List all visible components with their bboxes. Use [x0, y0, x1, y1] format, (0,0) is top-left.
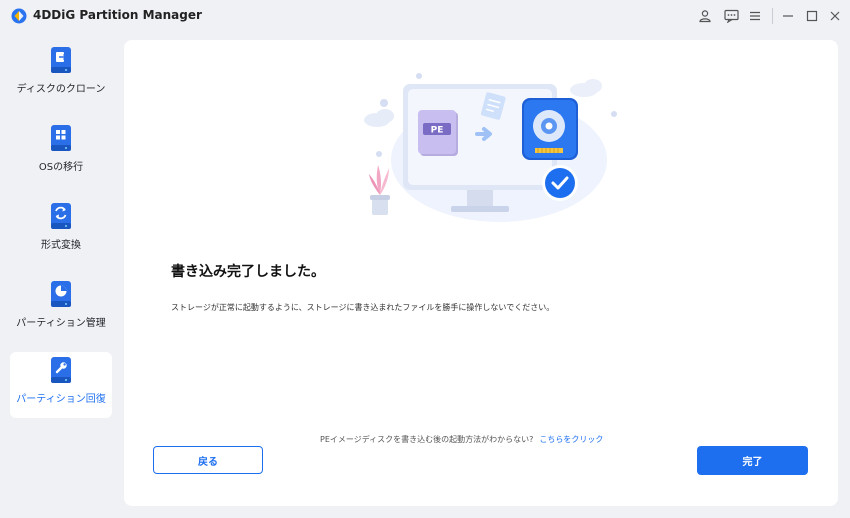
title-bar: 4DDiG Partition Manager — [0, 0, 850, 32]
sidebar-item-os-migration[interactable]: OSの移行 — [10, 120, 112, 186]
format-convert-icon — [51, 203, 71, 229]
sidebar-item-label: パーティション回復 — [16, 394, 106, 405]
titlebar-separator — [772, 8, 773, 24]
sidebar-item-label: 形式変換 — [41, 240, 81, 251]
sidebar: ディスクのクローン OSの移行 形式変換 パーティション管理 パーティション回復 — [0, 32, 118, 518]
sidebar-item-disk-clone[interactable]: ディスクのクローン — [10, 42, 112, 108]
os-migration-icon — [51, 125, 71, 151]
close-icon[interactable] — [826, 7, 844, 25]
app-title: 4DDiG Partition Manager — [33, 8, 202, 22]
main-panel: PE 書き込み完了しました。 ストレージが正常に起動するように、ストレージに書き… — [124, 40, 838, 506]
completion-illustration: PE — [364, 73, 617, 222]
sidebar-item-label: パーティション管理 — [16, 318, 106, 329]
maximize-icon[interactable] — [803, 7, 821, 25]
done-button[interactable]: 完了 — [697, 446, 808, 475]
sidebar-item-format-convert[interactable]: 形式変換 — [10, 198, 112, 264]
feedback-icon[interactable] — [722, 7, 740, 25]
partition-manage-icon — [51, 281, 71, 307]
minimize-icon[interactable] — [779, 7, 797, 25]
app-logo-icon — [11, 8, 27, 24]
pe-label: PE — [431, 126, 444, 136]
help-text: PEイメージディスクを書き込む後の起動方法がわからない? — [320, 435, 534, 444]
help-link[interactable]: こちらをクリック — [539, 435, 603, 444]
completion-description: ストレージが正常に起動するように、ストレージに書き込まれたファイルを勝手に操作し… — [171, 303, 555, 312]
sidebar-item-partition-recovery[interactable]: パーティション回復 — [10, 352, 112, 418]
partition-recovery-icon — [51, 357, 71, 383]
sidebar-item-partition-manage[interactable]: パーティション管理 — [10, 276, 112, 342]
back-button[interactable]: 戻る — [153, 446, 263, 474]
account-icon[interactable] — [696, 7, 714, 25]
sidebar-item-label: ディスクのクローン — [16, 84, 106, 95]
sidebar-item-label: OSの移行 — [38, 162, 84, 173]
disk-clone-icon — [51, 47, 71, 73]
menu-icon[interactable] — [746, 7, 764, 25]
help-line: PEイメージディスクを書き込む後の起動方法がわからない? こちらをクリック — [320, 434, 603, 445]
completion-heading: 書き込み完了しました。 — [171, 264, 325, 280]
